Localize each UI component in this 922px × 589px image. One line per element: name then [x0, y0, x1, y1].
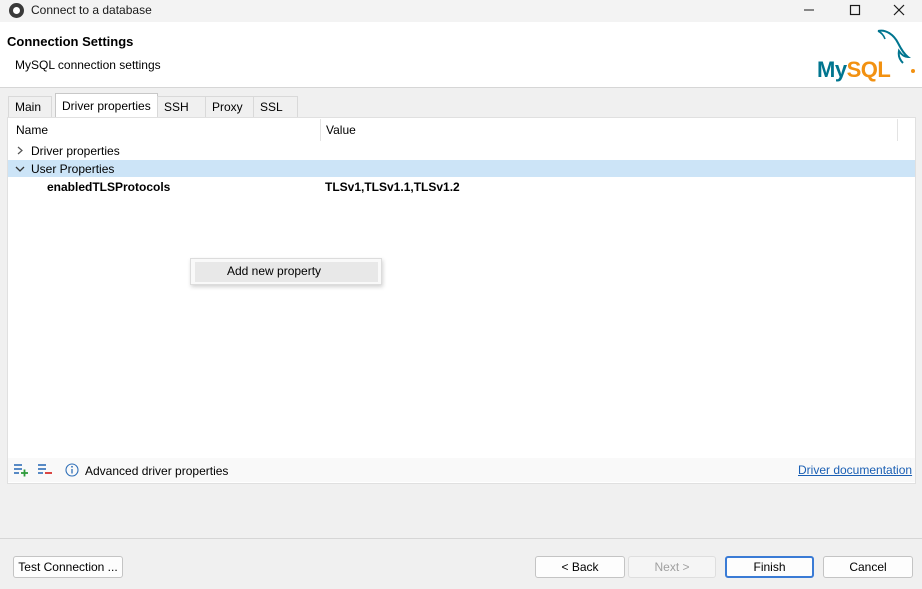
add-property-icon[interactable]	[13, 463, 29, 477]
column-separator	[897, 119, 898, 141]
close-button[interactable]	[876, 0, 922, 22]
test-connection-button[interactable]: Test Connection ...	[13, 556, 123, 578]
app-icon	[9, 3, 24, 18]
minimize-button[interactable]	[786, 0, 832, 22]
driver-documentation-link[interactable]: Driver documentation	[798, 463, 912, 477]
advanced-properties-label: Advanced driver properties	[85, 464, 229, 478]
table-row[interactable]: enabledTLSProtocols TLSv1,TLSv1.1,TLSv1.…	[8, 178, 915, 195]
maximize-button[interactable]	[832, 0, 878, 22]
tree-row-user-properties[interactable]: User Properties	[8, 160, 915, 177]
mysql-logo-text: MySQL	[817, 57, 891, 82]
info-icon	[65, 463, 79, 477]
group-label: User Properties	[31, 162, 115, 176]
mysql-logo: MySQL	[814, 27, 918, 82]
header-banner: Connection Settings MySQL connection set…	[0, 22, 922, 88]
close-icon	[893, 4, 905, 16]
maximize-icon	[849, 4, 861, 16]
property-name: enabledTLSProtocols	[47, 180, 171, 194]
finish-button[interactable]: Finish	[725, 556, 814, 578]
property-value[interactable]: TLSv1,TLSv1.1,TLSv1.2	[325, 180, 460, 194]
back-button[interactable]: < Back	[535, 556, 625, 578]
tab-main[interactable]: Main	[8, 96, 52, 117]
footer-divider	[0, 538, 922, 539]
window-title: Connect to a database	[31, 3, 152, 17]
remove-property-icon[interactable]	[37, 463, 53, 477]
chevron-down-icon[interactable]	[15, 165, 25, 173]
title-bar: Connect to a database	[0, 0, 922, 22]
minimize-icon	[804, 9, 814, 11]
column-separator[interactable]	[320, 119, 321, 141]
column-header-name[interactable]: Name	[16, 123, 48, 137]
cancel-button[interactable]: Cancel	[823, 556, 913, 578]
next-button[interactable]: Next >	[628, 556, 716, 578]
chevron-right-icon[interactable]	[16, 146, 24, 155]
column-header-value[interactable]: Value	[326, 123, 356, 137]
tab-driver-properties[interactable]: Driver properties	[55, 93, 158, 117]
group-label: Driver properties	[31, 144, 120, 158]
tab-ssh[interactable]: SSH	[157, 96, 206, 117]
page-title: Connection Settings	[7, 34, 134, 49]
page-subtitle: MySQL connection settings	[15, 58, 161, 72]
menu-item-label: Add new property	[227, 264, 322, 278]
tab-proxy[interactable]: Proxy	[205, 96, 254, 117]
tree-row-driver-properties[interactable]: Driver properties	[8, 142, 915, 159]
tab-ssl[interactable]: SSL	[253, 96, 298, 117]
